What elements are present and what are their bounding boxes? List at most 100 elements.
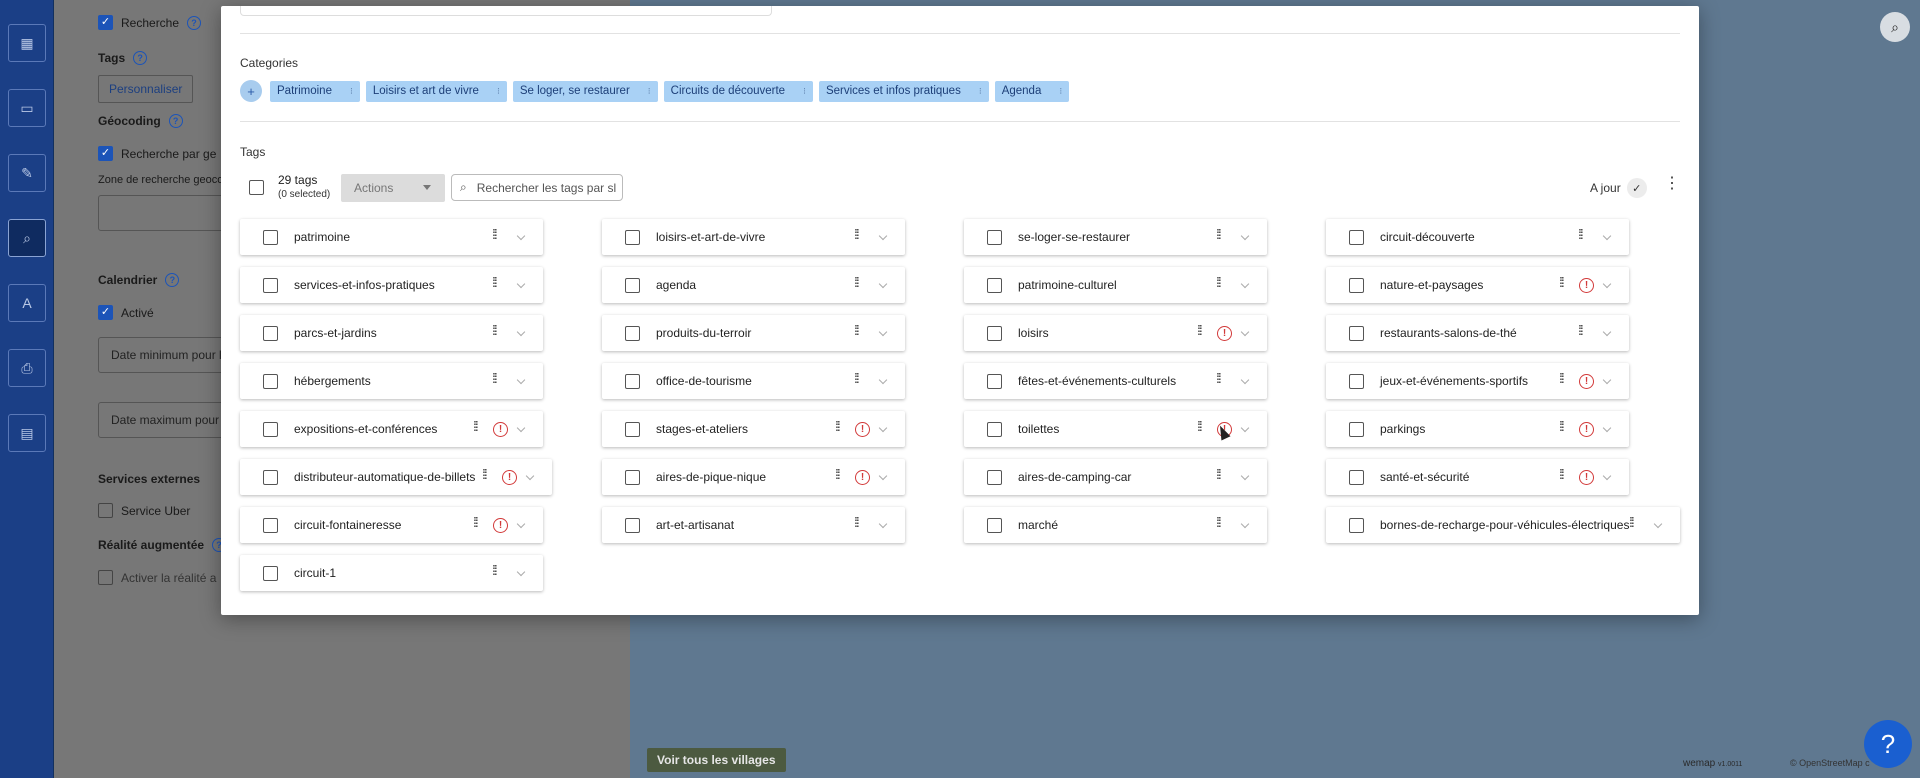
chevron-down-icon[interactable] (1240, 471, 1250, 481)
tag-checkbox[interactable] (263, 422, 278, 437)
tag-checkbox[interactable] (625, 230, 640, 245)
chevron-down-icon[interactable] (516, 567, 526, 577)
drag-handle-icon[interactable]: ⁝ (648, 86, 651, 97)
tag-item[interactable]: parkings ⁞⁞! (1326, 411, 1629, 447)
tag-item[interactable]: se-loger-se-restaurer ⁞⁞ (964, 219, 1267, 255)
customize-button[interactable]: Personnaliser (98, 75, 194, 103)
actions-dropdown[interactable]: Actions (341, 174, 445, 202)
tag-checkbox[interactable] (987, 278, 1002, 293)
help-icon[interactable]: ? (168, 114, 183, 128)
drag-handle-icon[interactable]: ⁞⁞ (1216, 467, 1222, 481)
drag-handle-icon[interactable]: ⁞⁞ (854, 515, 860, 529)
tag-item[interactable]: circuit-fontaineresse ⁞⁞! (240, 507, 543, 543)
chevron-down-icon[interactable] (516, 231, 526, 241)
osm-credit[interactable]: © OpenStreetMap c (1790, 758, 1870, 768)
tag-checkbox[interactable] (263, 470, 278, 485)
chevron-down-icon[interactable] (1602, 279, 1612, 289)
chevron-down-icon[interactable] (878, 423, 888, 433)
rail-typography-icon[interactable]: A (8, 284, 46, 322)
chevron-down-icon[interactable] (525, 471, 535, 481)
drag-handle-icon[interactable]: ⁝ (1059, 86, 1062, 97)
tag-item[interactable]: produits-du-terroir ⁞⁞ (602, 315, 905, 351)
view-villages-button[interactable]: Voir tous les villages (647, 748, 786, 772)
tag-item[interactable]: stages-et-ateliers ⁞⁞! (602, 411, 905, 447)
chevron-down-icon[interactable] (1240, 423, 1250, 433)
tag-checkbox[interactable] (987, 374, 1002, 389)
chevron-down-icon[interactable] (878, 375, 888, 385)
drag-handle-icon[interactable]: ⁞⁞ (835, 419, 841, 433)
tag-item[interactable]: restaurants-salons-de-thé ⁞⁞ (1326, 315, 1629, 351)
tag-item[interactable]: santé-et-sécurité ⁞⁞! (1326, 459, 1629, 495)
tag-checkbox[interactable] (263, 326, 278, 341)
drag-handle-icon[interactable]: ⁞⁞ (1578, 227, 1584, 241)
tag-item[interactable]: circuit-1 ⁞⁞ (240, 555, 543, 591)
tag-item[interactable]: agenda ⁞⁞ (602, 267, 905, 303)
tag-item[interactable]: loisirs ⁞⁞! (964, 315, 1267, 351)
tag-checkbox[interactable] (1349, 470, 1364, 485)
tag-item[interactable]: hébergements ⁞⁞ (240, 363, 543, 399)
tag-item[interactable]: patrimoine ⁞⁞ (240, 219, 543, 255)
tag-item[interactable]: loisirs-et-art-de-vivre ⁞⁞ (602, 219, 905, 255)
drag-handle-icon[interactable]: ⁝ (497, 86, 500, 97)
tag-item[interactable]: distributeur-automatique-de-billets ⁞⁞! (240, 459, 552, 495)
tag-item[interactable]: aires-de-pique-nique ⁞⁞! (602, 459, 905, 495)
drag-handle-icon[interactable]: ⁞⁞ (1578, 323, 1584, 337)
tag-checkbox[interactable] (625, 326, 640, 341)
drag-handle-icon[interactable]: ⁞⁞ (482, 467, 488, 481)
tag-checkbox[interactable] (1349, 374, 1364, 389)
calendar-checkbox[interactable]: ✓ (98, 305, 113, 320)
help-icon[interactable]: ? (187, 15, 202, 30)
chevron-down-icon[interactable] (1240, 519, 1250, 529)
tag-checkbox[interactable] (625, 422, 640, 437)
ar-checkbox[interactable] (98, 570, 113, 585)
chevron-down-icon[interactable] (1602, 231, 1612, 241)
rail-building-icon[interactable]: ▦ (8, 24, 46, 62)
drag-handle-icon[interactable]: ⁞⁞ (492, 323, 498, 337)
chevron-down-icon[interactable] (878, 279, 888, 289)
drag-handle-icon[interactable]: ⁞⁞ (1629, 515, 1635, 529)
chevron-down-icon[interactable] (1602, 375, 1612, 385)
drag-handle-icon[interactable]: ⁞⁞ (492, 563, 498, 577)
category-chip[interactable]: Services et infos pratiques ⁝ (818, 80, 989, 102)
chevron-down-icon[interactable] (516, 327, 526, 337)
rail-brush-icon[interactable]: ✎ (8, 154, 46, 192)
drag-handle-icon[interactable]: ⁞⁞ (854, 275, 860, 289)
tag-item[interactable]: expositions-et-conférences ⁞⁞! (240, 411, 543, 447)
drag-handle-icon[interactable]: ⁞⁞ (854, 371, 860, 385)
help-icon[interactable]: ? (165, 273, 180, 287)
tag-checkbox[interactable] (1349, 518, 1364, 533)
rail-screen-icon[interactable]: ▭ (8, 89, 46, 127)
category-chip[interactable]: Se loger, se restaurer ⁝ (512, 80, 658, 102)
drag-handle-icon[interactable]: ⁞⁞ (1559, 419, 1565, 433)
tag-item[interactable]: marché ⁞⁞ (964, 507, 1267, 543)
drag-handle-icon[interactable]: ⁞⁞ (1559, 275, 1565, 289)
tag-checkbox[interactable] (987, 422, 1002, 437)
chevron-down-icon[interactable] (878, 519, 888, 529)
tag-item[interactable]: aires-de-camping-car ⁞⁞ (964, 459, 1267, 495)
tag-checkbox[interactable] (625, 518, 640, 533)
map-search-icon[interactable]: ⌕ (1880, 12, 1910, 42)
chevron-down-icon[interactable] (1240, 375, 1250, 385)
tag-checkbox[interactable] (263, 278, 278, 293)
tag-checkbox[interactable] (1349, 230, 1364, 245)
chevron-down-icon[interactable] (516, 519, 526, 529)
category-chip[interactable]: Agenda ⁝ (994, 80, 1070, 102)
drag-handle-icon[interactable]: ⁞⁞ (1216, 371, 1222, 385)
drag-handle-icon[interactable]: ⁝ (979, 86, 982, 97)
drag-handle-icon[interactable]: ⁞⁞ (1216, 227, 1222, 241)
drag-handle-icon[interactable]: ⁞⁞ (1559, 467, 1565, 481)
tag-item[interactable]: bornes-de-recharge-pour-véhicules-électr… (1326, 507, 1680, 543)
drag-handle-icon[interactable]: ⁞⁞ (1197, 323, 1203, 337)
tag-item[interactable]: fêtes-et-événements-culturels ⁞⁞ (964, 363, 1267, 399)
tag-checkbox[interactable] (987, 230, 1002, 245)
category-chip[interactable]: Circuits de découverte ⁝ (663, 80, 813, 102)
drag-handle-icon[interactable]: ⁞⁞ (1559, 371, 1565, 385)
chevron-down-icon[interactable] (878, 471, 888, 481)
tags-search-input[interactable]: ⌕ Rechercher les tags par sl (451, 174, 623, 201)
uber-checkbox[interactable] (98, 503, 113, 518)
tag-checkbox[interactable] (263, 374, 278, 389)
search-checkbox[interactable]: ✓ (98, 15, 113, 30)
drag-handle-icon[interactable]: ⁝ (350, 86, 353, 97)
help-button[interactable]: ? (1864, 720, 1912, 768)
tag-checkbox[interactable] (1349, 422, 1364, 437)
